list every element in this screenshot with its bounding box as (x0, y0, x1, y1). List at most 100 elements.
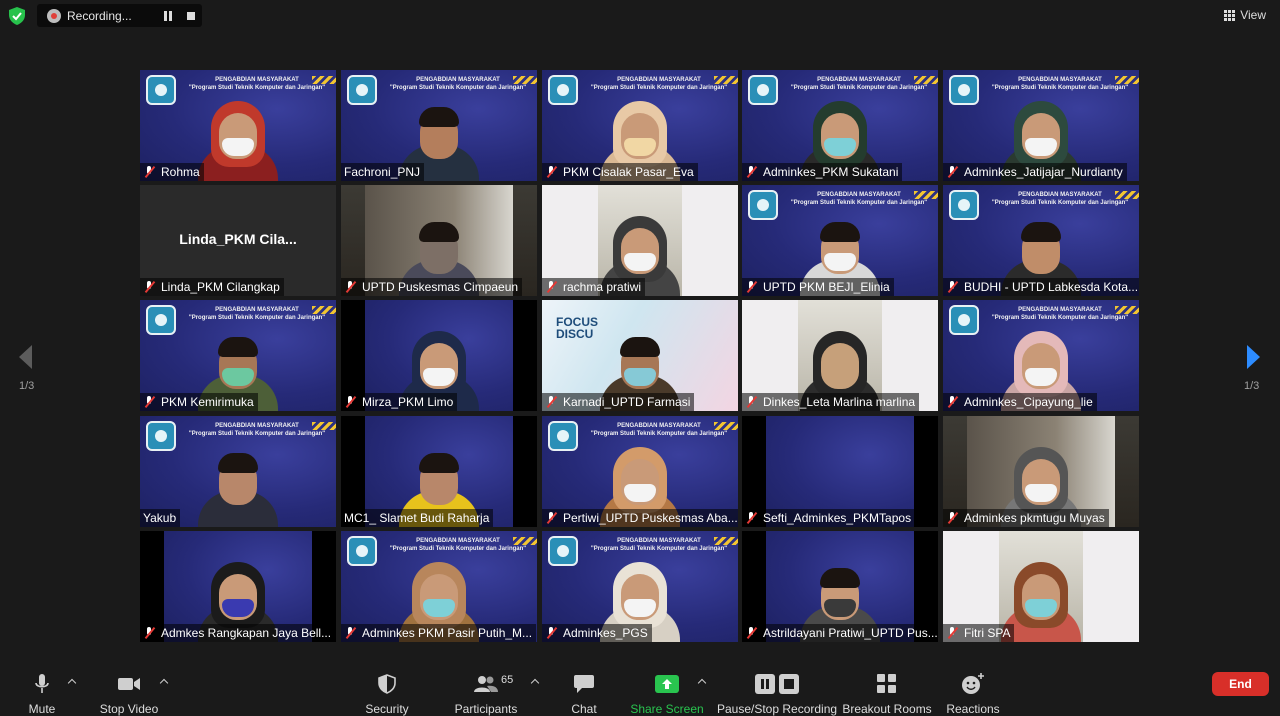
recording-label: Recording... (67, 8, 132, 23)
participant-video-tile[interactable]: Admkes Rangkapan Jaya Bell... (140, 531, 336, 642)
participant-name: PKM Kemirimuka (161, 395, 254, 409)
participant-video-tile[interactable]: PENGABDIAN MASYARAKAT "Program Studi Tekn… (742, 70, 938, 181)
muted-microphone-icon (344, 626, 356, 640)
pause-stop-recording-icon (755, 674, 799, 694)
participant-name: Adminkes PKM Pasir Putih_M... (362, 626, 533, 640)
breakout-rooms-icon (877, 674, 896, 693)
participant-name: UPTD PKM BEJI_Elinia (763, 280, 890, 294)
muted-microphone-icon (946, 626, 958, 640)
participant-silhouette (193, 427, 283, 527)
participant-name: Adminkes_Cipayung_lie (964, 395, 1093, 409)
institution-logo-icon (146, 421, 176, 451)
pause-recording-icon[interactable] (163, 11, 173, 21)
reactions-button[interactable]: Reactions (946, 660, 1000, 716)
participant-name-label: Mirza_PKM Limo (341, 393, 458, 411)
participants-icon (474, 676, 498, 692)
participant-name-label: MC1_ Slamet Budi Raharja (341, 509, 494, 527)
participant-video-tile[interactable]: Fitri SPA (943, 531, 1139, 642)
security-shield-icon[interactable] (9, 7, 25, 25)
participant-video-tile[interactable]: PENGABDIAN MASYARAKAT "Program Studi Tekn… (341, 70, 537, 181)
participant-video-tile[interactable]: PENGABDIAN MASYARAKAT "Program Studi Tekn… (140, 70, 336, 181)
participant-video-tile[interactable]: PENGABDIAN MASYARAKAT "Program Studi Tekn… (140, 300, 336, 411)
chat-bubble-icon (574, 675, 594, 693)
participant-video-tile[interactable]: Astrildayani Pratiwi_UPTD Pus... (742, 531, 938, 642)
participant-name: Astrildayani Pratiwi_UPTD Pus... (763, 626, 938, 640)
share-options-chevron-icon[interactable] (698, 677, 706, 685)
participant-name-label: Adminkes_Cipayung_lie (943, 393, 1097, 411)
video-options-chevron-icon[interactable] (160, 677, 168, 685)
institution-logo-icon (548, 75, 578, 105)
pause-stop-recording-label: Pause/Stop Recording (716, 702, 838, 716)
participant-display-name: Linda_PKM Cila... (179, 231, 297, 247)
participant-name-label: Yakub (140, 509, 181, 527)
participant-name-label: Pertiwi_UPTD Puskesmas Aba... (542, 509, 738, 527)
participants-count-badge: 65 (501, 674, 514, 686)
stop-recording-icon[interactable] (187, 12, 195, 20)
chat-label: Chat (571, 702, 597, 716)
participant-video-tile[interactable]: PENGABDIAN MASYARAKAT "Program Studi Tekn… (943, 300, 1139, 411)
participant-video-tile[interactable]: PENGABDIAN MASYARAKAT "Program Studi Tekn… (542, 70, 738, 181)
participant-name: MC1_ Slamet Budi Raharja (344, 511, 490, 525)
participant-video-tile[interactable]: Dinkes_Leta Marlina marlina (742, 300, 938, 411)
participant-video-tile[interactable]: PENGABDIAN MASYARAKAT "Program Studi Tekn… (140, 416, 336, 527)
participant-video-tile[interactable]: Linda_PKM Cila... Linda_PKM Cilangkap (140, 185, 336, 296)
participant-name-label: Linda_PKM Cilangkap (140, 278, 284, 296)
security-label: Security (365, 702, 409, 716)
participant-video-tile[interactable]: PENGABDIAN MASYARAKAT "Program Studi Tekn… (943, 70, 1139, 181)
participant-video-tile[interactable]: PENGABDIAN MASYARAKAT "Program Studi Tekn… (742, 185, 938, 296)
institution-logo-icon (347, 536, 377, 566)
right-page-indicator: 1/3 (1244, 380, 1260, 392)
mute-button[interactable]: Mute (22, 660, 62, 716)
institution-logo-icon (548, 536, 578, 566)
video-camera-icon (118, 678, 140, 690)
participant-video-tile[interactable]: PENGABDIAN MASYARAKAT "Program Studi Tekn… (943, 185, 1139, 296)
participant-name: UPTD Puskesmas Cimpaeun (362, 280, 519, 294)
end-meeting-button[interactable]: End (1212, 672, 1269, 696)
participant-video-tile[interactable]: Sefti_Adminkes_PKMTapos (742, 416, 938, 527)
microphone-icon (35, 674, 49, 693)
participant-video-tile[interactable]: UPTD Puskesmas Cimpaeun (341, 185, 537, 296)
institution-logo-icon (347, 75, 377, 105)
audio-options-chevron-icon[interactable] (68, 677, 76, 685)
muted-microphone-icon (745, 626, 757, 640)
pause-stop-recording-button[interactable]: Pause/Stop Recording (716, 660, 838, 716)
participant-name-label: UPTD Puskesmas Cimpaeun (341, 278, 523, 296)
participant-name-label: Sefti_Adminkes_PKMTapos (742, 509, 916, 527)
participant-name: Adminkes_PKM Sukatani (763, 165, 899, 179)
previous-page-arrow-icon[interactable] (16, 343, 34, 371)
participant-name-label: Dinkes_Leta Marlina marlina (742, 393, 920, 411)
participant-video-tile[interactable]: rachma pratiwi (542, 185, 738, 296)
participant-name: Fitri SPA (964, 626, 1011, 640)
share-screen-button[interactable]: Share Screen (630, 660, 704, 716)
chat-button[interactable]: Chat (566, 660, 602, 716)
next-page-arrow-icon[interactable] (1245, 343, 1263, 371)
breakout-rooms-button[interactable]: Breakout Rooms (842, 660, 932, 716)
participant-name-label: UPTD PKM BEJI_Elinia (742, 278, 894, 296)
participant-video-tile[interactable]: Adminkes pkmtugu Muyas (943, 416, 1139, 527)
institution-logo-icon (748, 190, 778, 220)
participant-video-tile[interactable]: PENGABDIAN MASYARAKAT "Program Studi Tekn… (542, 531, 738, 642)
participant-video-tile[interactable]: FOCUS DISCU Karnadi_UPTD Farmasi (542, 300, 738, 411)
participant-name: Pertiwi_UPTD Puskesmas Aba... (563, 511, 738, 525)
recording-indicator: Recording... (37, 4, 202, 27)
participant-name: Adminkes pkmtugu Muyas (964, 511, 1105, 525)
participant-name: Dinkes_Leta Marlina marlina (763, 395, 916, 409)
participant-video-tile[interactable]: PENGABDIAN MASYARAKAT "Program Studi Tekn… (341, 531, 537, 642)
participant-video-tile[interactable]: Mirza_PKM Limo (341, 300, 537, 411)
participant-video-tile[interactable]: PENGABDIAN MASYARAKAT "Program Studi Tekn… (542, 416, 738, 527)
participant-name: Rohma (161, 165, 200, 179)
participant-name-label: PKM Cisalak Pasar_Eva (542, 163, 698, 181)
security-button[interactable]: Security (362, 660, 412, 716)
participant-video-tile[interactable]: MC1_ Slamet Budi Raharja (341, 416, 537, 527)
participant-name-label: Karnadi_UPTD Farmasi (542, 393, 695, 411)
meeting-toolbar: Mute Stop Video Security Participants 65… (0, 660, 1280, 716)
reactions-label: Reactions (946, 702, 1000, 716)
muted-microphone-icon (745, 165, 757, 179)
participants-button[interactable]: Participants (455, 660, 517, 716)
muted-microphone-icon (545, 395, 557, 409)
share-screen-icon (655, 675, 679, 693)
institution-logo-icon (548, 421, 578, 451)
participants-options-chevron-icon[interactable] (531, 677, 539, 685)
view-button[interactable]: View (1224, 8, 1266, 22)
stop-video-button[interactable]: Stop Video (98, 660, 160, 716)
